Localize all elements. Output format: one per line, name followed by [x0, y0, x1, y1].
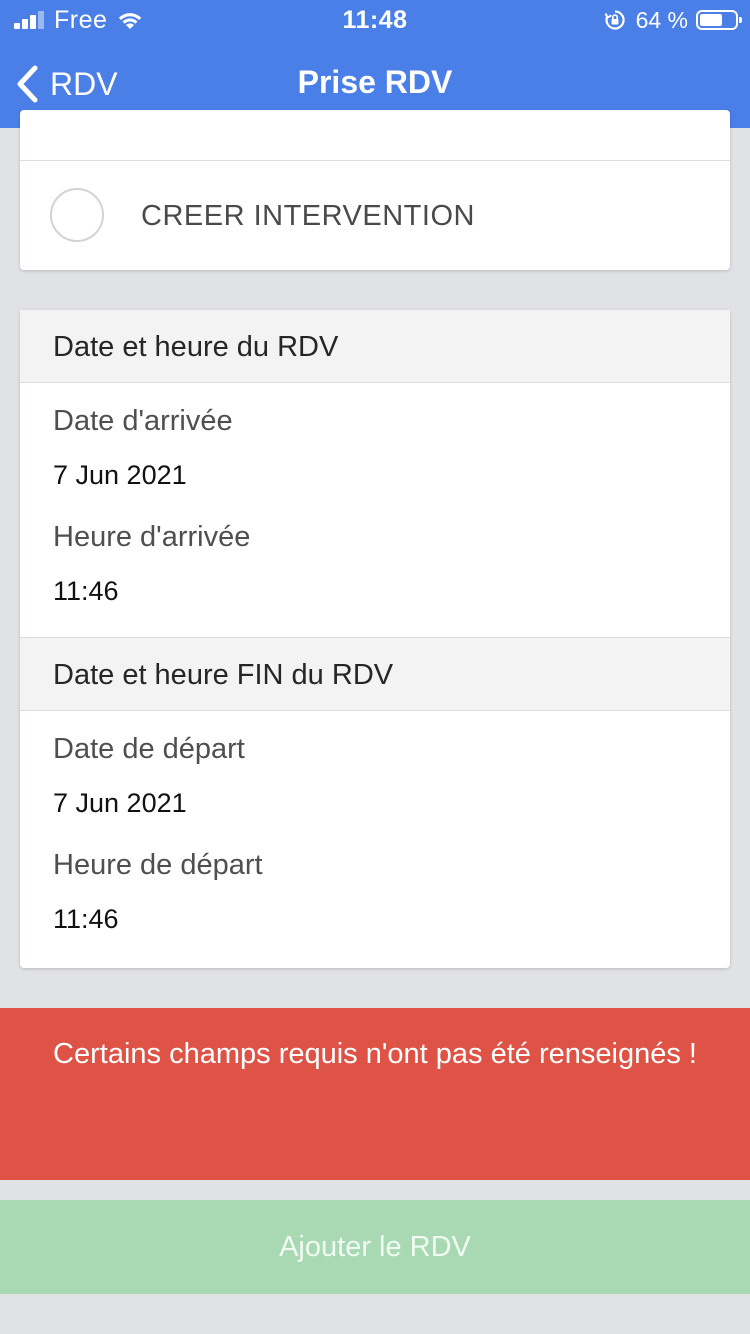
departure-date-label: Date de départ: [53, 733, 245, 765]
arrival-date-field[interactable]: Date d'arrivée 7 Jun 2021: [20, 383, 730, 499]
battery-icon: [696, 10, 742, 30]
rotation-lock-icon: [604, 10, 625, 30]
rdv-end-section-title: Date et heure FIN du RDV: [53, 659, 394, 691]
rdv-start-section-header: Date et heure du RDV: [20, 310, 730, 383]
arrival-date-value: 7 Jun 2021: [53, 460, 187, 490]
departure-time-value: 11:46: [53, 904, 119, 934]
status-bar-right: 64 %: [604, 6, 742, 34]
arrival-time-field[interactable]: Heure d'arrivée 11:46: [20, 499, 730, 615]
create-intervention-label: CREER INTERVENTION: [141, 200, 475, 232]
departure-time-field[interactable]: Heure de départ 11:46: [20, 827, 730, 943]
required-fields-error-banner: Certains champs requis n'ont pas été ren…: [0, 1008, 750, 1180]
departure-date-value: 7 Jun 2021: [53, 788, 187, 818]
options-card-previous-row: [20, 110, 730, 161]
page-title: Prise RDV: [297, 64, 453, 100]
departure-date-field[interactable]: Date de départ 7 Jun 2021: [20, 711, 730, 827]
battery-level: [700, 14, 722, 26]
options-card: CREER INTERVENTION: [20, 110, 730, 270]
rdv-start-section-title: Date et heure du RDV: [53, 331, 339, 363]
create-intervention-option[interactable]: CREER INTERVENTION: [20, 161, 730, 270]
status-bar: Free 11:48 64 %: [0, 0, 750, 40]
rdv-end-section-header: Date et heure FIN du RDV: [20, 637, 730, 711]
departure-time-label: Heure de départ: [53, 849, 263, 881]
rdv-start-fields: Date d'arrivée 7 Jun 2021 Heure d'arrivé…: [20, 383, 730, 637]
arrival-time-value: 11:46: [53, 576, 119, 606]
add-rdv-button[interactable]: Ajouter le RDV: [0, 1200, 750, 1294]
battery-percent: 64 %: [635, 6, 688, 33]
rdv-dates-card: Date et heure du RDV Date d'arrivée 7 Ju…: [20, 310, 730, 968]
rdv-end-fields: Date de départ 7 Jun 2021 Heure de dépar…: [20, 711, 730, 965]
arrival-date-label: Date d'arrivée: [53, 405, 233, 437]
create-intervention-radio[interactable]: [50, 188, 104, 242]
arrival-time-label: Heure d'arrivée: [53, 521, 251, 553]
